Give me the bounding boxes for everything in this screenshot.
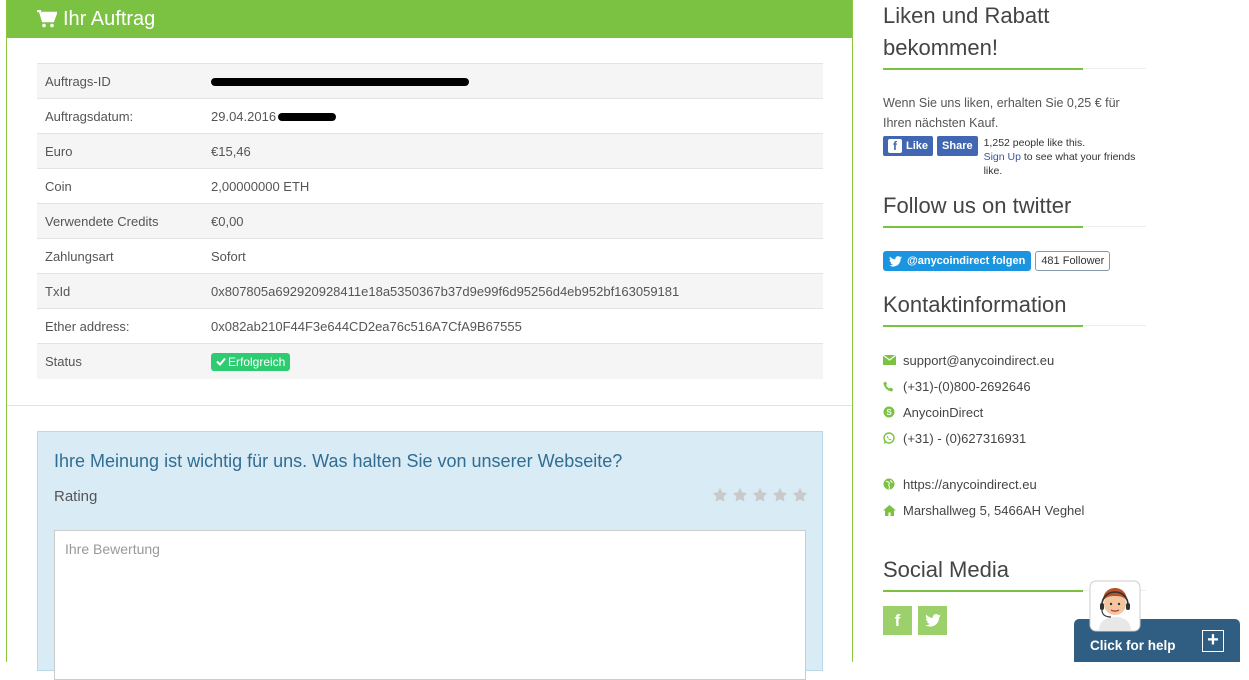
table-row: Auftrags-ID: [37, 64, 823, 99]
star-icon[interactable]: [732, 487, 748, 503]
support-agent-avatar-icon[interactable]: [1089, 580, 1141, 632]
order-details-table: Auftrags-ID Auftragsdatum: 29.04.2016 Eu…: [37, 63, 823, 379]
like-text: Wenn Sie uns liken, erhalten Sie 0,25 € …: [883, 96, 1120, 130]
envelope-icon: [883, 355, 903, 365]
help-label[interactable]: Click for help: [1090, 638, 1176, 653]
whatsapp-icon: [883, 432, 903, 444]
heading-rule: [883, 325, 1146, 327]
twitter-follow-button[interactable]: @anycoindirect folgen: [883, 251, 1032, 271]
order-id-value: [211, 74, 469, 89]
contact-address: Marshallweg 5, 5466AH Veghel: [883, 497, 1146, 523]
like-heading: Liken und Rabatt bekommen!: [883, 3, 1050, 60]
home-icon: [883, 504, 903, 516]
status-cell: Erfolgreich: [211, 352, 291, 371]
contact-website[interactable]: https://anycoindirect.eu: [883, 471, 1146, 497]
heading-rule: [883, 226, 1146, 228]
section-divider: [7, 405, 852, 406]
review-textarea[interactable]: [54, 530, 806, 680]
table-row: Status Erfolgreich: [37, 344, 823, 379]
order-panel: Ihr Auftrag Auftrags-ID Auftragsdatum: 2…: [6, 0, 853, 680]
order-date-value: 29.04.2016: [211, 109, 337, 124]
contact-skype[interactable]: S AnycoinDirect: [883, 399, 1146, 425]
table-row: Euro €15,46: [37, 134, 823, 169]
signup-link[interactable]: Sign Up: [984, 151, 1021, 163]
table-row: Ether address: 0x082ab210F44F3e644CD2ea7…: [37, 309, 823, 344]
twitter-bird-icon: [889, 255, 902, 267]
phone-icon: [883, 380, 903, 392]
table-row: Zahlungsart Sofort: [37, 239, 823, 274]
contact-spacer: [883, 451, 1146, 471]
star-icon[interactable]: [772, 487, 788, 503]
facebook-like-button[interactable]: f Like: [883, 136, 934, 156]
payment-method-value: Sofort: [211, 248, 246, 264]
table-row: Coin 2,00000000 ETH: [37, 169, 823, 204]
shopping-cart-icon: [37, 10, 57, 28]
star-icon[interactable]: [712, 487, 728, 503]
contact-whatsapp[interactable]: (+31) - (0)627316931: [883, 425, 1146, 451]
credits-value: €0,00: [211, 213, 244, 229]
row-label: Zahlungsart: [45, 248, 114, 264]
facebook-share-button[interactable]: Share: [937, 136, 978, 156]
facebook-icon: f: [888, 139, 902, 153]
coin-value: 2,00000000 ETH: [211, 178, 310, 194]
facebook-like-widget: f Like Share 1,252 people like this. Sign…: [883, 136, 1146, 178]
feedback-box: Ihre Meinung ist wichtig für uns. Was ha…: [37, 431, 823, 680]
rating-label: Rating: [54, 488, 98, 505]
row-label: Ether address:: [45, 318, 130, 334]
twitter-heading: Follow us on twitter: [883, 193, 1072, 218]
row-label: Auftragsdatum:: [45, 108, 134, 124]
redaction-mark: [278, 113, 337, 122]
heading-rule: [883, 68, 1146, 70]
row-label: Euro: [45, 143, 73, 159]
redaction-mark: [211, 78, 469, 87]
star-icon[interactable]: [792, 487, 808, 503]
facebook-icon[interactable]: f: [883, 606, 912, 635]
row-label: Status: [45, 354, 82, 369]
heading-rule: [883, 590, 1146, 592]
star-icon[interactable]: [752, 487, 768, 503]
ether-address-value: 0x082ab210F44F3e644CD2ea76c516A7CfA9B675…: [211, 318, 522, 334]
check-icon: [216, 357, 226, 366]
order-title: Ihr Auftrag: [63, 7, 156, 30]
table-row: Verwendete Credits €0,00: [37, 204, 823, 239]
twitter-icon[interactable]: [918, 606, 947, 635]
twitter-follow-widget: @anycoindirect folgen 481 Follower: [883, 251, 1146, 271]
skype-icon: S: [883, 406, 903, 418]
contact-email[interactable]: support@anycoindirect.eu: [883, 347, 1146, 373]
twitter-follower-count[interactable]: 481 Follower: [1035, 251, 1111, 271]
row-label: TxId: [45, 283, 71, 299]
contact-phone[interactable]: (+31)-(0)800-2692646: [883, 373, 1146, 399]
txid-value: 0x807805a692920928411e18a5350367b37d9e99…: [211, 283, 680, 299]
help-expand-button[interactable]: +: [1202, 630, 1224, 652]
table-row: Auftragsdatum: 29.04.2016: [37, 99, 823, 134]
feedback-title: Ihre Meinung ist wichtig für uns. Was ha…: [54, 451, 623, 471]
globe-icon: [883, 478, 903, 490]
contact-heading: Kontaktinformation: [883, 292, 1067, 317]
row-label: Verwendete Credits: [45, 213, 159, 229]
contact-list: support@anycoindirect.eu (+31)-(0)800-26…: [883, 347, 1146, 523]
order-header: Ihr Auftrag: [7, 0, 852, 38]
status-badge: Erfolgreich: [211, 352, 291, 371]
euro-value: €15,46: [211, 143, 251, 159]
row-label: Coin: [45, 178, 72, 194]
table-row: TxId 0x807805a692920928411e18a5350367b37…: [37, 274, 823, 309]
star-rating[interactable]: [712, 487, 808, 503]
sidebar: Liken und Rabatt bekommen! Wenn Sie uns …: [883, 0, 1146, 635]
svg-text:S: S: [886, 408, 892, 417]
row-label: Auftrags-ID: [45, 73, 111, 89]
facebook-like-count: 1,252 people like this. Sign Up to see w…: [983, 137, 1136, 177]
